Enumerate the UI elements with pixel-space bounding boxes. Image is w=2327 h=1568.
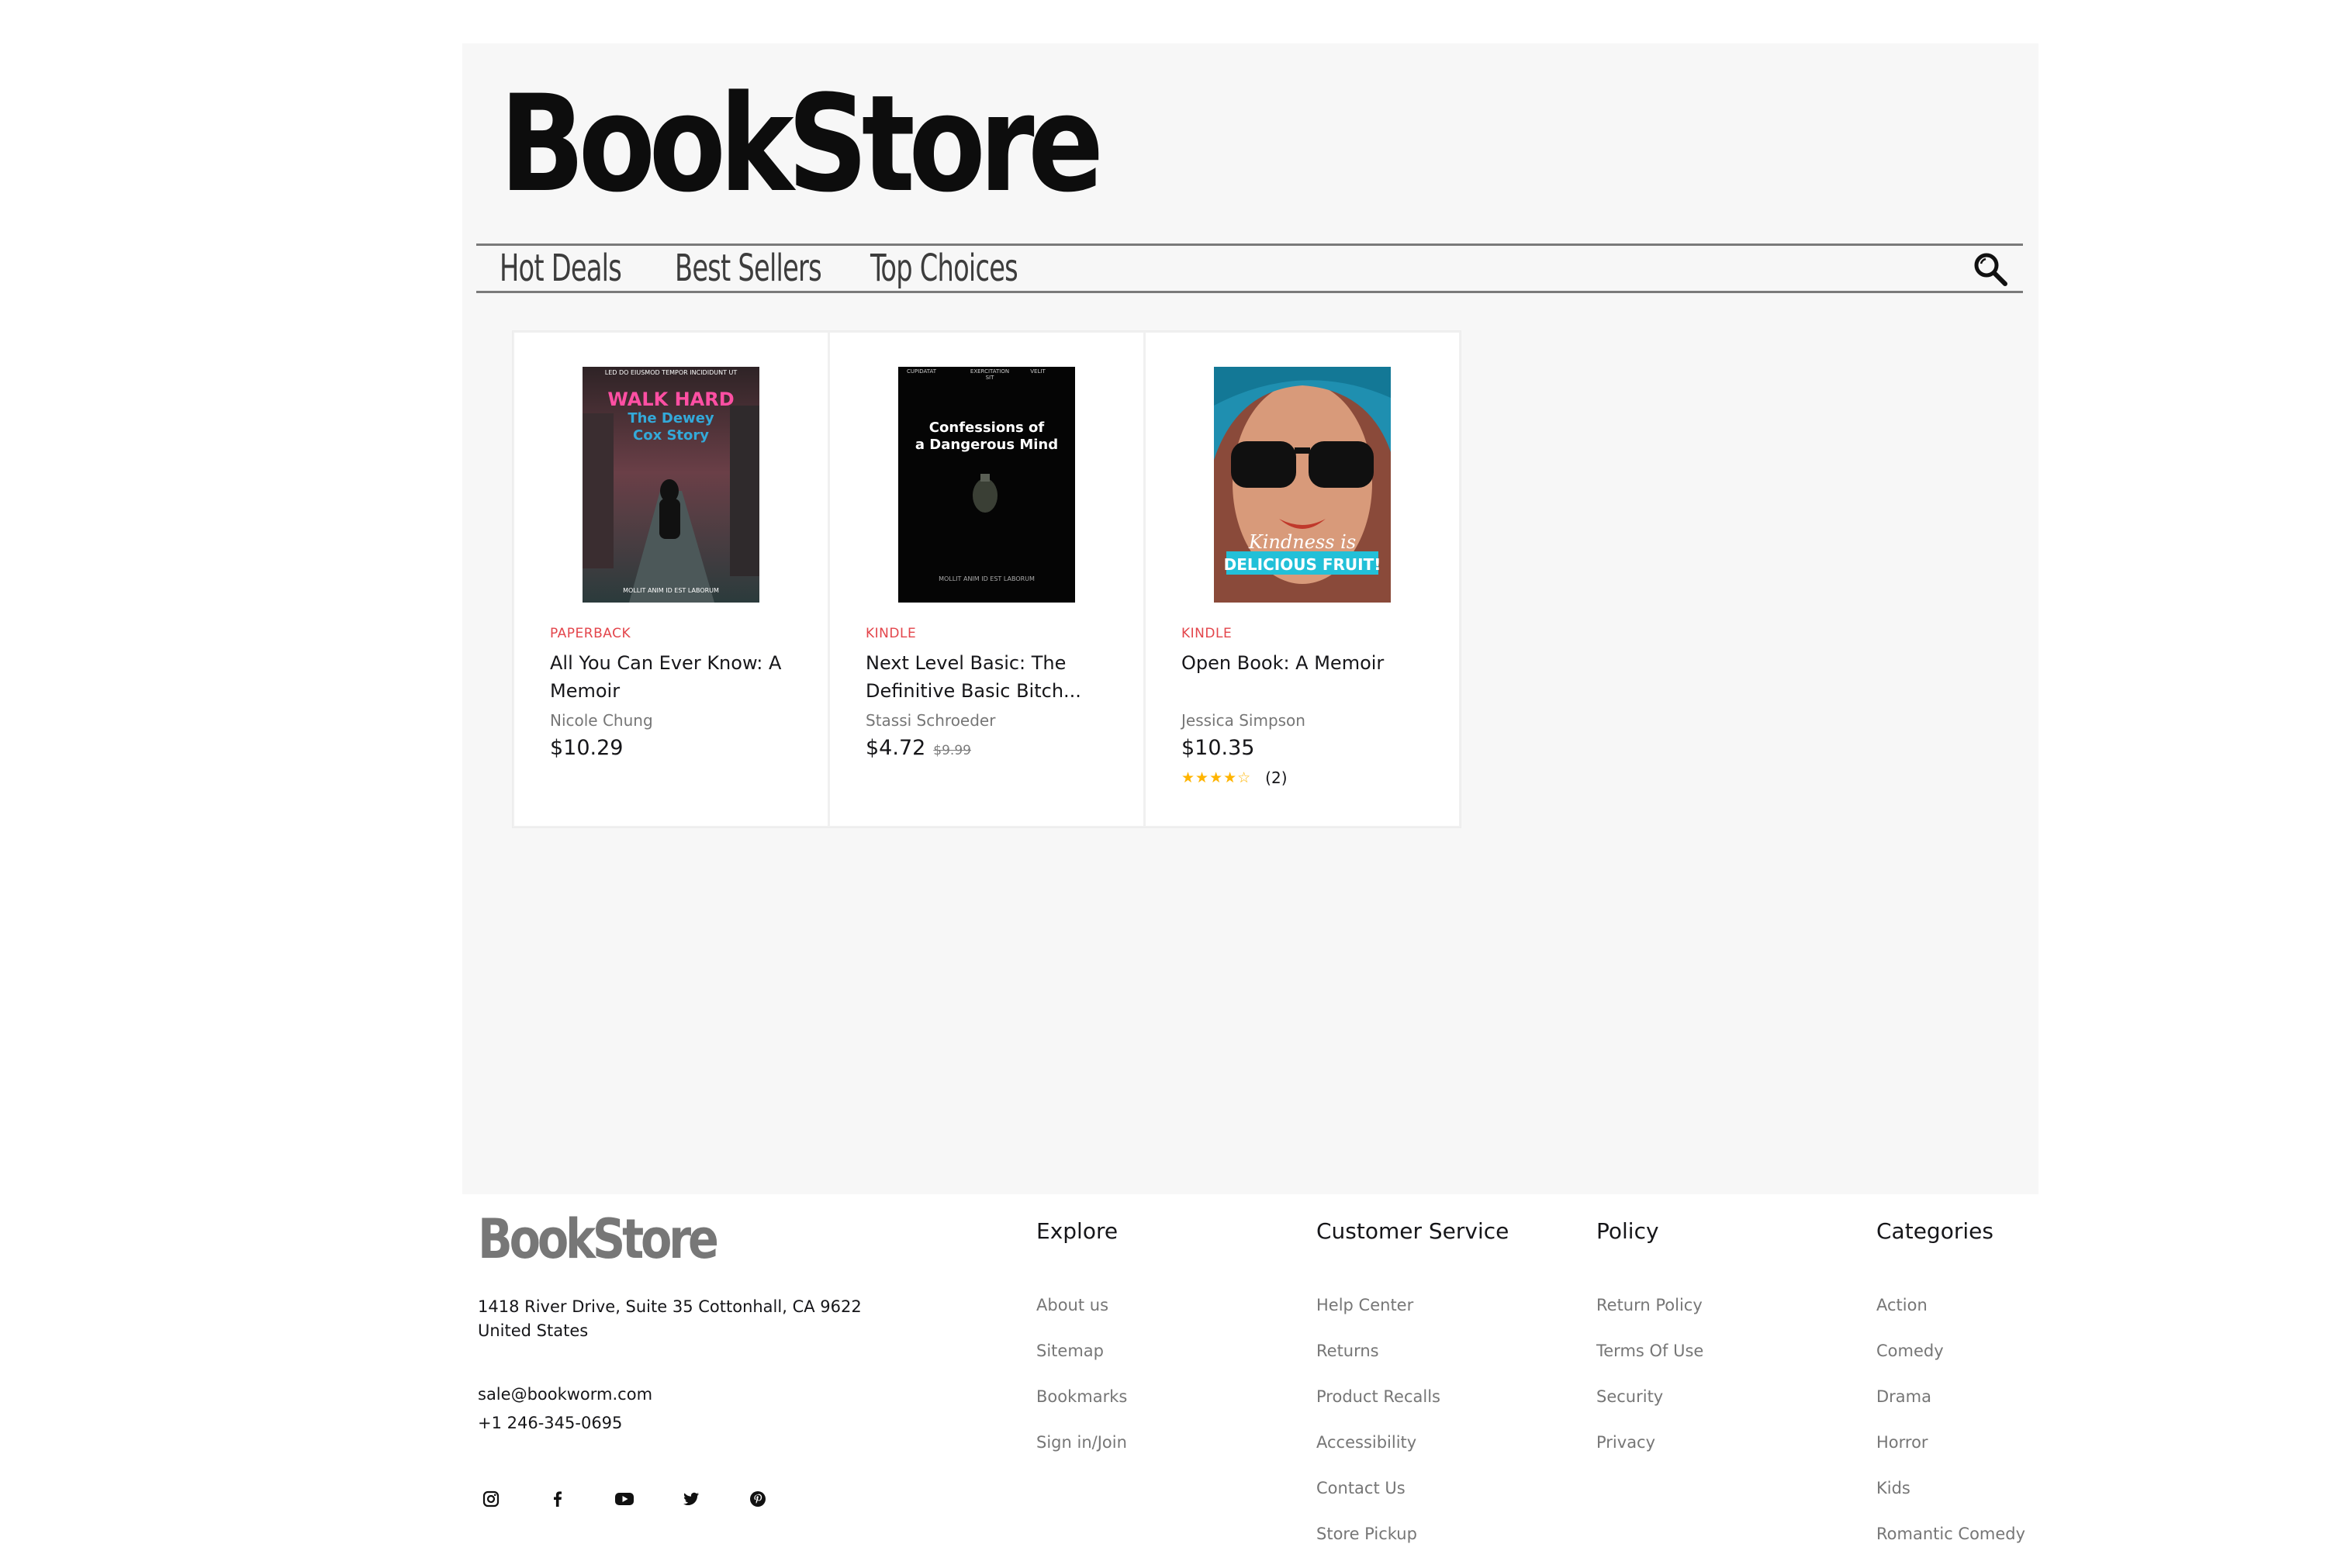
- main-nav: Hot Deals Best Sellers Top Choices: [476, 243, 2023, 293]
- cover-text: MOLLIT ANIM ID EST LABORUM: [623, 587, 719, 594]
- rating-stars: ★★★★☆: [1181, 769, 1252, 786]
- footer-col-title: Categories: [1876, 1218, 1993, 1244]
- cover-text: WALK HARD: [607, 389, 734, 410]
- product-price-wrap: $4.72 $9.99: [866, 736, 971, 760]
- instagram-icon[interactable]: [478, 1486, 504, 1512]
- product-author[interactable]: Jessica Simpson: [1181, 711, 1305, 730]
- address-line: United States: [478, 1321, 589, 1340]
- footer-link[interactable]: Privacy: [1596, 1431, 1703, 1476]
- cover-text: MOLLIT ANIM ID EST LABORUM: [939, 575, 1035, 582]
- footer-link[interactable]: Return Policy: [1596, 1293, 1703, 1339]
- main-panel: BookStore Hot Deals Best Sellers Top Cho…: [462, 43, 2038, 1194]
- facebook-icon[interactable]: [545, 1486, 571, 1512]
- cover-text: LED DO EIUSMOD TEMPOR INCIDIDUNT UT: [605, 369, 738, 376]
- footer-link[interactable]: Romantic Comedy: [1876, 1522, 2025, 1568]
- footer-col-policy: Policy Return Policy Terms Of Use Securi…: [1596, 1216, 1703, 1476]
- product-grid: LED DO EIUSMOD TEMPOR INCIDIDUNT UT WALK…: [512, 330, 1461, 828]
- footer-link[interactable]: Terms Of Use: [1596, 1339, 1703, 1385]
- book-cover[interactable]: LED DO EIUSMOD TEMPOR INCIDIDUNT UT WALK…: [583, 367, 759, 603]
- footer-link[interactable]: Sign in/Join: [1036, 1431, 1127, 1476]
- product-author[interactable]: Stassi Schroeder: [866, 711, 995, 730]
- product-title[interactable]: Open Book: A Memoir: [1181, 649, 1430, 677]
- product-card[interactable]: LED DO EIUSMOD TEMPOR INCIDIDUNT UT WALK…: [514, 333, 828, 826]
- product-format: PAPERBACK: [550, 626, 631, 641]
- review-count: (2): [1265, 768, 1288, 787]
- social-links: [478, 1486, 771, 1512]
- footer-link[interactable]: Security: [1596, 1385, 1703, 1431]
- search-icon[interactable]: [1972, 250, 2009, 288]
- site-logo[interactable]: BookStore: [500, 67, 1104, 222]
- cover-text: a Dangerous Mind: [915, 437, 1058, 453]
- product-title[interactable]: All You Can Ever Know: A Memoir: [550, 649, 798, 705]
- nav-top-choices[interactable]: Top Choices: [870, 246, 1018, 291]
- pinterest-icon[interactable]: [745, 1486, 771, 1512]
- footer-link[interactable]: About us: [1036, 1293, 1127, 1339]
- product-old-price: $9.99: [933, 743, 971, 758]
- cover-text: VELIT: [1030, 368, 1046, 375]
- nav-best-sellers[interactable]: Best Sellers: [675, 246, 822, 291]
- youtube-icon[interactable]: [611, 1486, 638, 1512]
- footer-link[interactable]: Returns: [1316, 1339, 1509, 1385]
- product-card[interactable]: CUPIDATAT EXERCITATION SIT VELIT Confess…: [830, 333, 1143, 826]
- product-title[interactable]: Next Level Basic: The Definitive Basic B…: [866, 649, 1114, 705]
- product-card[interactable]: Kindness is DELICIOUS FRUIT! KINDLE Open…: [1146, 333, 1459, 826]
- footer-email[interactable]: sale@bookworm.com: [478, 1380, 652, 1409]
- footer-col-title: Customer Service: [1316, 1218, 1509, 1244]
- footer-link[interactable]: Sitemap: [1036, 1339, 1127, 1385]
- footer-link[interactable]: Comedy: [1876, 1339, 2025, 1385]
- cover-text: SIT: [986, 375, 995, 381]
- footer-address: 1418 River Drive, Suite 35 Cottonhall, C…: [478, 1295, 862, 1343]
- footer-col-categories: Categories Action Comedy Drama Horror Ki…: [1876, 1216, 2025, 1568]
- footer-link[interactable]: Bookmarks: [1036, 1385, 1127, 1431]
- footer-contact: sale@bookworm.com +1 246-345-0695: [478, 1380, 652, 1438]
- book-cover[interactable]: CUPIDATAT EXERCITATION SIT VELIT Confess…: [898, 367, 1075, 603]
- footer-link[interactable]: Accessibility: [1316, 1431, 1509, 1476]
- footer-link[interactable]: Contact Us: [1316, 1476, 1509, 1522]
- footer-link[interactable]: Product Recalls: [1316, 1385, 1509, 1431]
- product-format: KINDLE: [866, 626, 917, 641]
- product-price: $4.72: [866, 736, 926, 760]
- product-format: KINDLE: [1181, 626, 1233, 641]
- footer-link[interactable]: Kids: [1876, 1476, 2025, 1522]
- footer-link[interactable]: Drama: [1876, 1385, 2025, 1431]
- cover-text: CUPIDATAT: [907, 368, 937, 375]
- cover-text: Confessions of: [929, 420, 1045, 436]
- footer-col-customer-service: Customer Service Help Center Returns Pro…: [1316, 1216, 1509, 1568]
- footer-phone[interactable]: +1 246-345-0695: [478, 1409, 652, 1438]
- cover-text: The Dewey: [628, 410, 714, 427]
- book-cover[interactable]: Kindness is DELICIOUS FRUIT!: [1214, 367, 1391, 603]
- footer-col-title: Policy: [1596, 1218, 1659, 1244]
- nav-hot-deals[interactable]: Hot Deals: [500, 246, 622, 291]
- footer-link[interactable]: Action: [1876, 1293, 2025, 1339]
- footer-logo[interactable]: BookStore: [478, 1208, 719, 1270]
- product-author[interactable]: Nicole Chung: [550, 711, 653, 730]
- footer-col-title: Explore: [1036, 1218, 1119, 1244]
- cover-text: EXERCITATION: [970, 368, 1009, 375]
- product-rating: ★★★★☆ (2): [1181, 768, 1288, 787]
- product-price: $10.29: [550, 736, 624, 760]
- cover-text: Kindness is: [1248, 531, 1356, 553]
- footer-col-explore: Explore About us Sitemap Bookmarks Sign …: [1036, 1216, 1127, 1476]
- product-price: $10.35: [1181, 736, 1255, 760]
- footer-link[interactable]: Store Pickup: [1316, 1522, 1509, 1568]
- cover-text: DELICIOUS FRUIT!: [1224, 555, 1381, 574]
- address-line: 1418 River Drive, Suite 35 Cottonhall, C…: [478, 1297, 862, 1316]
- twitter-icon[interactable]: [678, 1486, 704, 1512]
- footer-link[interactable]: Horror: [1876, 1431, 2025, 1476]
- site-footer: BookStore 1418 River Drive, Suite 35 Cot…: [462, 1194, 2038, 1551]
- cover-text: Cox Story: [633, 427, 709, 444]
- footer-link[interactable]: Help Center: [1316, 1293, 1509, 1339]
